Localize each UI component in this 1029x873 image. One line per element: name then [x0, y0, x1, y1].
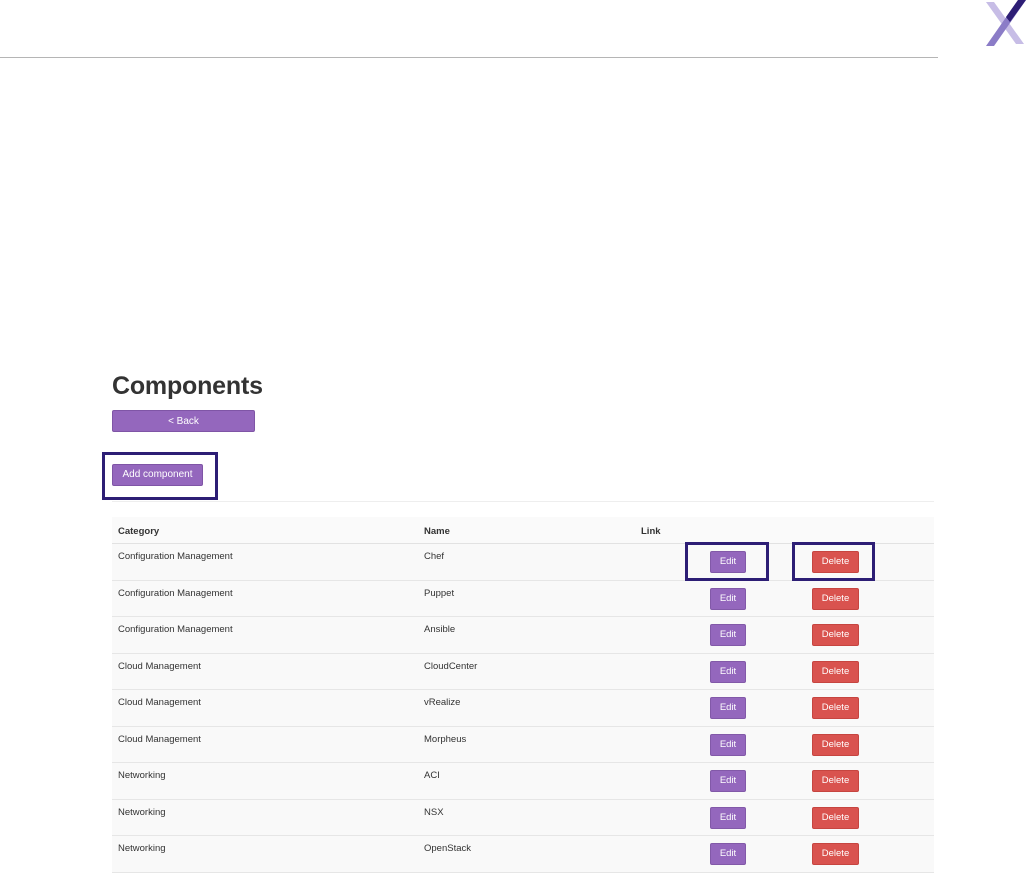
- table-row: Cloud Management Morpheus Edit Delete: [112, 726, 934, 763]
- delete-button[interactable]: Delete: [812, 806, 859, 829]
- name-cell: ACI: [424, 770, 440, 781]
- components-table: Category Name Link Configuration Managem…: [112, 501, 934, 873]
- name-cell: CloudCenter: [424, 660, 478, 672]
- delete-button[interactable]: Delete: [812, 660, 859, 683]
- delete-button[interactable]: Delete: [812, 551, 859, 573]
- delete-button[interactable]: Delete: [812, 843, 859, 865]
- category-cell: Cloud Management: [118, 733, 201, 745]
- header-name: Name: [424, 526, 450, 537]
- table-body: Configuration Management Chef Edit Delete Co…: [112, 544, 934, 873]
- x-logo-icon: [986, 0, 1026, 46]
- name-cell: Morpheus: [424, 733, 467, 745]
- edit-button[interactable]: Edit: [710, 733, 746, 756]
- table-row: Configuration Management Chef Edit Delete: [112, 544, 934, 581]
- category-cell: Networking: [118, 843, 166, 854]
- name-cell: NSX: [424, 806, 444, 818]
- category-cell: Networking: [118, 770, 166, 781]
- delete-button[interactable]: Delete: [812, 770, 859, 792]
- table-row: Configuration Management Ansible Edit Delet…: [112, 617, 934, 654]
- table-header: Category Name Link: [112, 517, 934, 544]
- table-row: Networking NSX Edit Delete: [112, 799, 934, 836]
- delete-button[interactable]: Delete: [812, 587, 859, 610]
- add-component-button[interactable]: Add component: [112, 464, 203, 486]
- name-cell: Ansible: [424, 624, 456, 635]
- table-row: Cloud Management CloudCenter Edit Delete: [112, 653, 934, 690]
- edit-button[interactable]: Edit: [710, 624, 746, 646]
- category-cell: Cloud Management: [118, 660, 201, 672]
- name-cell: Puppet: [424, 587, 455, 599]
- edit-button[interactable]: Edit: [710, 697, 746, 719]
- category-cell: Configuration Management: [118, 624, 233, 635]
- delete-button[interactable]: Delete: [812, 733, 859, 756]
- name-cell: vRealize: [424, 697, 461, 708]
- delete-button[interactable]: Delete: [812, 697, 859, 719]
- edit-button[interactable]: Edit: [710, 806, 746, 829]
- edit-button[interactable]: Edit: [710, 843, 746, 865]
- category-cell: Configuration Management: [118, 551, 233, 562]
- category-cell: Networking: [118, 806, 166, 818]
- page-title: Components: [112, 372, 263, 400]
- header-divider: [0, 57, 938, 58]
- table-row: Configuration Management Puppet Edit Delete: [112, 580, 934, 617]
- table-row: Cloud Management vRealize Edit Delete: [112, 690, 934, 727]
- edit-button[interactable]: Edit: [710, 551, 746, 573]
- edit-button[interactable]: Edit: [710, 660, 746, 683]
- name-cell: Chef: [424, 551, 445, 562]
- edit-button[interactable]: Edit: [710, 587, 746, 610]
- back-button[interactable]: < Back: [112, 410, 255, 432]
- table-row: Networking ACI Edit Delete: [112, 763, 934, 800]
- table-row: Networking OpenStack Edit Delete: [112, 836, 934, 873]
- header-link: Link: [641, 526, 661, 537]
- category-cell: Cloud Management: [118, 697, 201, 708]
- edit-button[interactable]: Edit: [710, 770, 746, 792]
- delete-button[interactable]: Delete: [812, 624, 859, 646]
- header-category: Category: [118, 526, 160, 537]
- name-cell: OpenStack: [424, 843, 471, 854]
- category-cell: Configuration Management: [118, 587, 233, 599]
